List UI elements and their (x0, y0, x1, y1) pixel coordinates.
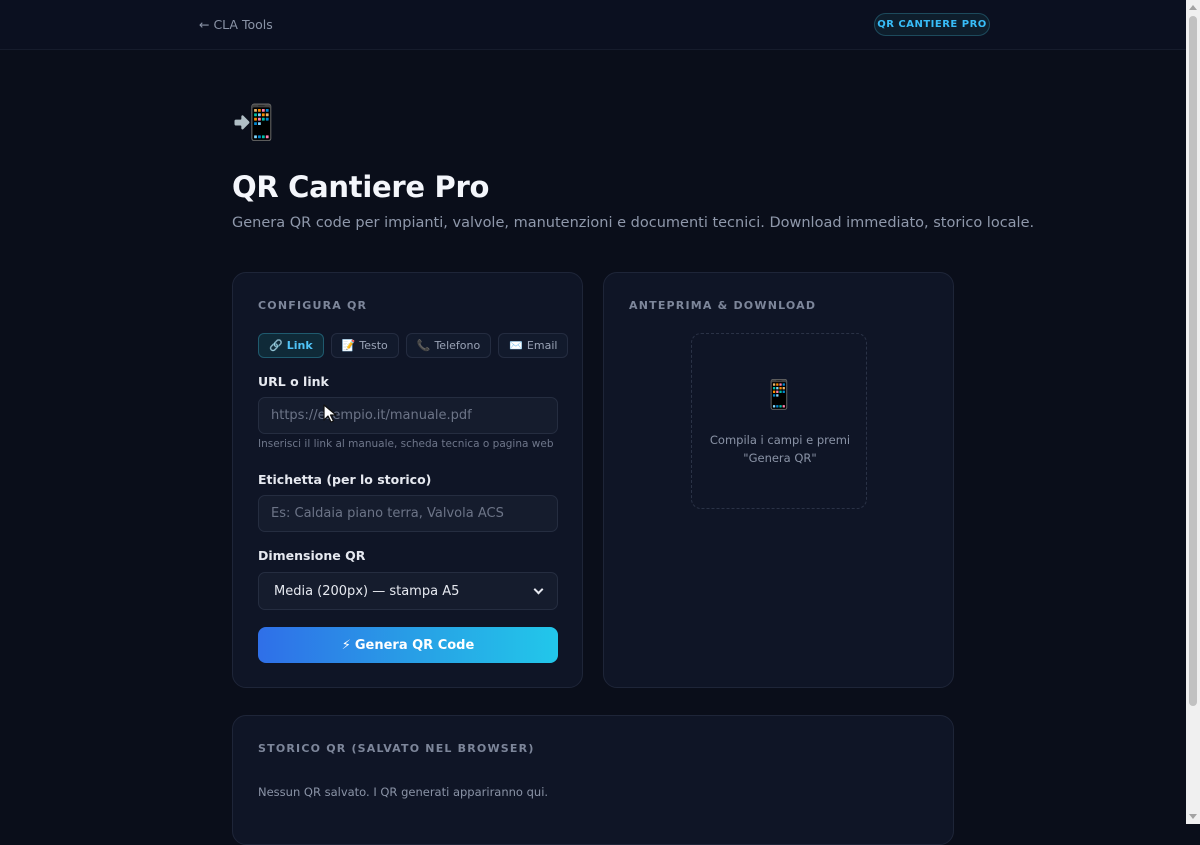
preview-heading: ANTEPRIMA & DOWNLOAD (629, 299, 817, 312)
tab-label: Telefono (434, 339, 481, 352)
memo-icon: 📝 (341, 339, 356, 352)
link-icon: 🔗 (269, 339, 283, 352)
config-card: CONFIGURA QR 🔗 Link 📝 Testo 📞 Telefono ✉… (232, 272, 583, 688)
generate-qr-button[interactable]: ⚡ Genera QR Code (258, 627, 558, 663)
scroll-thumb[interactable] (1189, 16, 1197, 706)
url-hint: Inserisci il link al manuale, scheda tec… (258, 438, 554, 450)
qr-type-tabs: 🔗 Link 📝 Testo 📞 Telefono ✉️ Email (258, 333, 569, 358)
history-empty-message: Nessun QR salvato. I QR generati apparir… (258, 785, 549, 799)
mobile-phone-icon: 📱 (761, 378, 797, 411)
tab-telefono[interactable]: 📞 Telefono (405, 333, 492, 358)
history-card: STORICO QR (SALVATO NEL BROWSER) Nessun … (232, 715, 954, 845)
back-link[interactable]: ← CLA Tools (199, 17, 273, 32)
app-badge: QR CANTIERE PRO (874, 13, 990, 36)
tab-label: Email (526, 339, 558, 352)
phone-icon: 📞 (416, 339, 431, 352)
config-heading: CONFIGURA QR (258, 299, 368, 312)
preview-instructions: Compila i campi e premi "Genera QR" (702, 431, 858, 467)
vertical-scrollbar[interactable] (1186, 0, 1200, 824)
tab-testo[interactable]: 📝 Testo (330, 333, 399, 358)
size-select[interactable]: Media (200px) — stampa A5 (258, 572, 558, 610)
preview-line-1: Compila i campi e premi (709, 433, 851, 447)
history-heading: STORICO QR (SALVATO NEL BROWSER) (258, 742, 535, 755)
page-subtitle: Genera QR code per impianti, valvole, ma… (232, 215, 1035, 231)
label-input[interactable] (258, 495, 558, 532)
label-field-label: Etichetta (per lo storico) (258, 472, 432, 487)
page-title: QR Cantiere Pro (232, 170, 490, 204)
tab-label: Testo (359, 339, 388, 352)
envelope-icon: ✉️ (509, 339, 523, 352)
size-selected-value: Media (200px) — stampa A5 (274, 583, 460, 599)
mouse-cursor-icon (323, 404, 337, 423)
lightning-icon: ⚡ (341, 637, 351, 653)
size-label: Dimensione QR (258, 548, 366, 563)
tab-label: Link (286, 339, 313, 352)
preview-line-2: "Genera QR" (743, 451, 817, 465)
scroll-down-icon[interactable] (1189, 814, 1197, 819)
preview-card: ANTEPRIMA & DOWNLOAD 📱 Compila i campi e… (603, 272, 954, 688)
url-input[interactable] (258, 397, 558, 434)
chevron-down-icon (533, 584, 544, 594)
scroll-up-icon[interactable] (1189, 5, 1197, 10)
tab-email[interactable]: ✉️ Email (498, 333, 569, 358)
generate-label: Genera QR Code (354, 637, 475, 653)
top-bar: ← CLA Tools QR CANTIERE PRO (0, 0, 1186, 50)
mobile-phone-arrow-icon: 📲 (232, 103, 275, 143)
url-label: URL o link (258, 374, 329, 389)
qr-preview-placeholder: 📱 Compila i campi e premi "Genera QR" (691, 333, 867, 509)
tab-link[interactable]: 🔗 Link (258, 333, 324, 358)
